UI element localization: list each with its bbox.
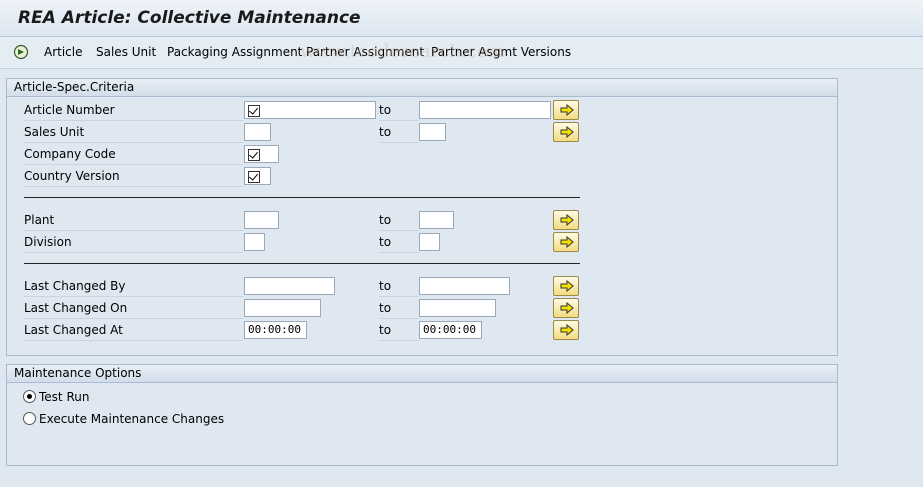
criteria-group: Article-Spec.Criteria Article Number to … — [6, 78, 838, 356]
to-label: to — [379, 276, 419, 297]
toolbar-article[interactable]: Article — [44, 45, 83, 59]
company-code-input[interactable] — [244, 145, 279, 163]
multiple-selection-button[interactable] — [553, 276, 579, 296]
arrow-right-icon — [560, 280, 574, 292]
multiple-selection-button[interactable] — [553, 320, 579, 340]
plant-from-input[interactable] — [244, 211, 279, 229]
last-changed-by-label: Last Changed By — [24, 276, 243, 297]
to-label: to — [379, 298, 419, 319]
execute-icon[interactable] — [13, 44, 29, 60]
execute-changes-label: Execute Maintenance Changes — [39, 412, 225, 426]
execute-changes-option[interactable]: Execute Maintenance Changes — [23, 412, 224, 430]
checkmark-icon — [248, 105, 260, 117]
application-toolbar: Article Sales Unit Packaging Assignment … — [0, 37, 923, 69]
checkmark-icon — [248, 149, 260, 161]
multiple-selection-button[interactable] — [553, 122, 579, 142]
article-number-to-input[interactable] — [419, 101, 551, 119]
plant-label: Plant — [24, 210, 243, 231]
toolbar-partner-assignment[interactable]: Partner Assignment — [306, 45, 424, 59]
window-title: REA Article: Collective Maintenance — [18, 8, 361, 28]
criteria-group-header: Article-Spec.Criteria — [7, 79, 837, 97]
toolbar-partner-asgmt-versions[interactable]: Partner Asgmt Versions — [431, 45, 571, 59]
plant-to-input[interactable] — [419, 211, 454, 229]
arrow-right-icon — [560, 324, 574, 336]
toolbar-packaging-assignment[interactable]: Packaging Assignment — [167, 45, 302, 59]
last-changed-by-to-input[interactable] — [419, 277, 510, 295]
article-number-from-input[interactable] — [244, 101, 376, 119]
country-version-input[interactable] — [244, 167, 271, 185]
division-label: Division — [24, 232, 243, 253]
to-label: to — [379, 210, 419, 231]
division-to-input[interactable] — [419, 233, 440, 251]
to-label: to — [379, 100, 419, 121]
arrow-right-icon — [560, 236, 574, 248]
article-number-label: Article Number — [24, 100, 243, 121]
sales-unit-from-input[interactable] — [244, 123, 271, 141]
checkmark-icon — [248, 171, 260, 183]
radio-button-selected[interactable] — [23, 390, 36, 403]
sales-unit-to-input[interactable] — [419, 123, 446, 141]
last-changed-at-from-input[interactable]: 00:00:00 — [244, 321, 307, 339]
to-label: to — [379, 232, 419, 253]
maintenance-options-header: Maintenance Options — [7, 365, 837, 383]
country-version-label: Country Version — [24, 166, 243, 187]
toolbar-sales-unit[interactable]: Sales Unit — [96, 45, 156, 59]
last-changed-at-label: Last Changed At — [24, 320, 243, 341]
last-changed-on-to-input[interactable] — [419, 299, 496, 317]
last-changed-at-to-input[interactable]: 00:00:00 — [419, 321, 482, 339]
to-label: to — [379, 320, 419, 341]
last-changed-on-from-input[interactable] — [244, 299, 321, 317]
last-changed-on-label: Last Changed On — [24, 298, 243, 319]
test-run-label: Test Run — [39, 390, 90, 404]
multiple-selection-button[interactable] — [553, 298, 579, 318]
arrow-right-icon — [560, 302, 574, 314]
radio-button[interactable] — [23, 412, 36, 425]
title-bar: REA Article: Collective Maintenance — [0, 0, 923, 37]
sales-unit-label: Sales Unit — [24, 122, 243, 143]
multiple-selection-button[interactable] — [553, 210, 579, 230]
to-label: to — [379, 122, 419, 143]
division-from-input[interactable] — [244, 233, 265, 251]
multiple-selection-button[interactable] — [553, 100, 579, 120]
last-changed-by-from-input[interactable] — [244, 277, 335, 295]
arrow-right-icon — [560, 126, 574, 138]
company-code-label: Company Code — [24, 144, 243, 165]
separator-line — [24, 197, 580, 198]
test-run-option[interactable]: Test Run — [23, 390, 89, 408]
arrow-right-icon — [560, 104, 574, 116]
maintenance-options-group: Maintenance Options Test Run Execute Mai… — [6, 364, 838, 466]
separator-line — [24, 263, 580, 264]
multiple-selection-button[interactable] — [553, 232, 579, 252]
arrow-right-icon — [560, 214, 574, 226]
